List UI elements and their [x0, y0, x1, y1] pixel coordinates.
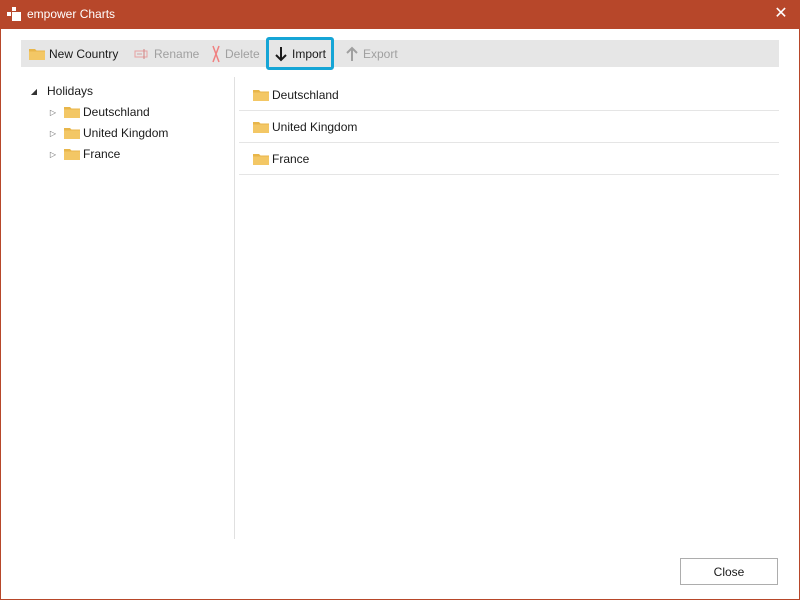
folder-icon — [253, 153, 269, 165]
import-label: Import — [292, 46, 327, 61]
expanded-arrow-icon[interactable]: ◢ — [29, 87, 39, 96]
tree-view[interactable]: ◢ Holidays ▷ Deutschland ▷ United Kingdo… — [21, 77, 235, 539]
delete-button[interactable]: Delete — [211, 40, 260, 67]
list-item-deutschland[interactable]: Deutschland — [239, 79, 779, 111]
rename-button[interactable]: Rename — [134, 40, 199, 67]
folder-icon — [253, 121, 269, 133]
list-item-france[interactable]: France — [239, 143, 779, 175]
folder-icon — [64, 127, 80, 139]
collapsed-arrow-icon[interactable]: ▷ — [48, 150, 58, 159]
list-item-united-kingdom[interactable]: United Kingdom — [239, 111, 779, 143]
rename-icon — [134, 48, 148, 59]
list-item-label: United Kingdom — [272, 119, 358, 134]
tree-item-united-kingdom[interactable]: ▷ United Kingdom — [48, 124, 168, 142]
import-button[interactable]: Import — [266, 37, 335, 70]
arrow-up-icon — [346, 46, 358, 61]
tree-item-label: France — [83, 147, 121, 161]
app-logo-icon — [7, 7, 21, 21]
toolbar: New Country Rename Delete Import Export — [21, 37, 779, 70]
tree-item-label: Holidays — [47, 84, 94, 98]
new-country-label: New Country — [49, 46, 119, 61]
folder-list: Deutschland United Kingdom France — [239, 79, 779, 175]
tree-item-deutschland[interactable]: ▷ Deutschland — [48, 103, 150, 121]
window-close-icon[interactable]: ✕ — [771, 4, 791, 24]
export-button[interactable]: Export — [345, 40, 398, 67]
close-button[interactable]: Close — [680, 558, 778, 585]
folder-icon — [29, 48, 45, 60]
delete-label: Delete — [225, 46, 260, 61]
window-title: empower Charts — [27, 7, 116, 21]
list-item-label: France — [272, 151, 310, 166]
dialog-window: empower Charts ✕ New Country Rename Dele… — [0, 0, 800, 600]
tree-item-holidays[interactable]: ◢ Holidays — [29, 82, 93, 100]
delete-icon — [212, 45, 220, 62]
tree-item-label: Deutschland — [83, 105, 150, 119]
folder-icon — [64, 148, 80, 160]
tree-item-france[interactable]: ▷ France — [48, 145, 120, 163]
arrow-down-icon — [275, 46, 287, 61]
export-label: Export — [363, 46, 398, 61]
rename-label: Rename — [154, 46, 200, 61]
new-country-button[interactable]: New Country — [29, 40, 118, 67]
collapsed-arrow-icon[interactable]: ▷ — [48, 108, 58, 117]
title-bar: empower Charts ✕ — [1, 1, 799, 29]
tree-item-label: United Kingdom — [83, 126, 169, 140]
collapsed-arrow-icon[interactable]: ▷ — [48, 129, 58, 138]
list-item-label: Deutschland — [272, 87, 339, 102]
folder-icon — [64, 106, 80, 118]
folder-icon — [253, 89, 269, 101]
